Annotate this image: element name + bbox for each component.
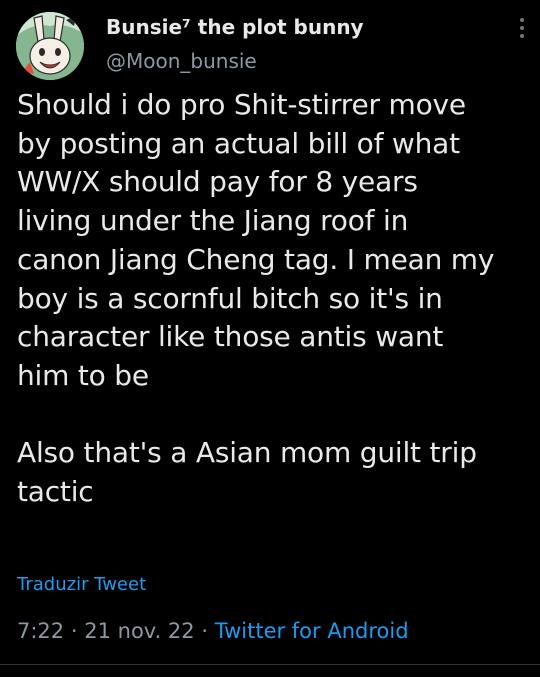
tweet-card: Bunsie⁷ the plot bunny @Moon_bunsie Shou… (0, 0, 540, 677)
bunny-avatar-icon (16, 12, 84, 80)
tweet-date[interactable]: 21 nov. 22 (84, 619, 194, 643)
meta-separator: · (70, 619, 78, 643)
meta-separator-2: · (201, 619, 209, 643)
more-vertical-icon[interactable] (514, 18, 530, 48)
tweet-text: Should i do pro Shit-stirrer move by pos… (17, 88, 495, 509)
divider (0, 664, 540, 665)
author-display-name[interactable]: Bunsie⁷ the plot bunny (106, 15, 364, 39)
tweet-time[interactable]: 7:22 (17, 619, 64, 643)
author-handle[interactable]: @Moon_bunsie (106, 49, 257, 73)
tweet-meta: 7:22 · 21 nov. 22 · Twitter for Android (17, 619, 409, 643)
user-avatar[interactable] (16, 12, 84, 80)
tweet-source-link[interactable]: Twitter for Android (215, 619, 409, 643)
translate-tweet-link[interactable]: Traduzir Tweet (17, 574, 146, 595)
